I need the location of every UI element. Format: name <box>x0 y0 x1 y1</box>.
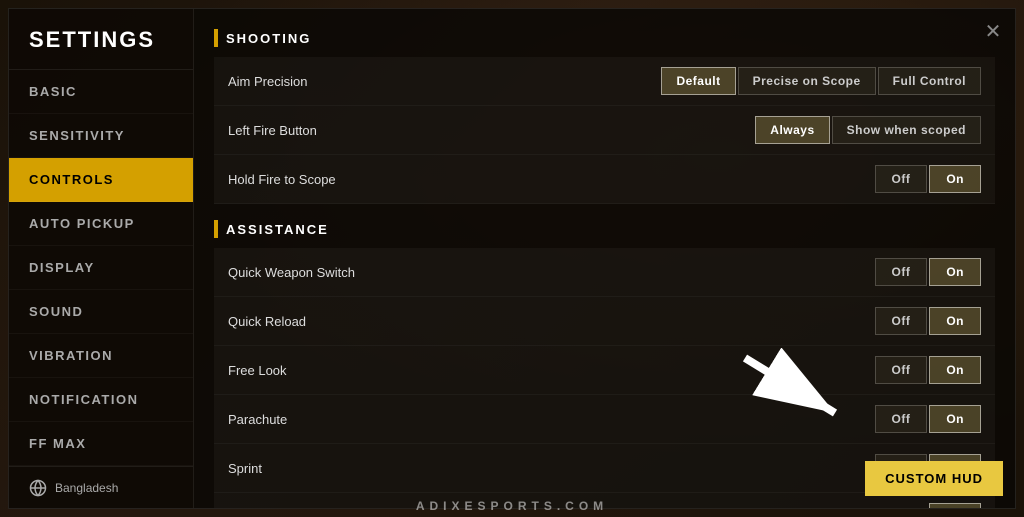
quick-reload-off[interactable]: Off <box>875 307 928 335</box>
hold-fire-off[interactable]: Off <box>875 165 928 193</box>
aim-precision-label: Aim Precision <box>228 74 307 89</box>
aim-precision-controls: Default Precise on Scope Full Control <box>661 67 981 95</box>
assistance-section-title: ASSISTANCE <box>226 222 329 237</box>
settings-dialog: SETTINGS BASIC SENSITIVITY CONTROLS AUTO… <box>8 8 1016 509</box>
sidebar-item-notification[interactable]: NOTIFICATION <box>9 378 193 422</box>
shooting-section: SHOOTING Aim Precision Default Precise o… <box>214 29 995 204</box>
assistance-indicator <box>214 220 218 238</box>
parachute-on[interactable]: On <box>929 405 981 433</box>
assistance-section-header: ASSISTANCE <box>214 220 995 238</box>
watermark: ADIXESPORTS.COM <box>416 499 608 513</box>
sidebar: SETTINGS BASIC SENSITIVITY CONTROLS AUTO… <box>9 9 194 508</box>
quick-weapon-switch-label: Quick Weapon Switch <box>228 265 355 280</box>
free-look-off[interactable]: Off <box>875 356 928 384</box>
parachute-row: Parachute Off On <box>214 395 995 444</box>
parachute-toggle: Off On <box>875 405 982 433</box>
aim-precision-default[interactable]: Default <box>661 67 735 95</box>
drive-toggle: On <box>929 503 981 508</box>
settings-title: SETTINGS <box>9 9 193 70</box>
main-content: ✕ SHOOTING Aim Precision Default Precise… <box>194 9 1015 508</box>
drive-on[interactable]: On <box>929 503 981 508</box>
sprint-label: Sprint <box>228 461 262 476</box>
free-look-toggle: Off On <box>875 356 982 384</box>
aim-precision-precise[interactable]: Precise on Scope <box>738 67 876 95</box>
shooting-section-title: SHOOTING <box>226 31 311 46</box>
sidebar-item-vibration[interactable]: VIBRATION <box>9 334 193 378</box>
sidebar-item-controls[interactable]: CONTROLS <box>9 158 193 202</box>
left-fire-button-controls: Always Show when scoped <box>755 116 981 144</box>
aim-precision-row: Aim Precision Default Precise on Scope F… <box>214 57 995 106</box>
hold-fire-on[interactable]: On <box>929 165 981 193</box>
left-fire-button-label: Left Fire Button <box>228 123 317 138</box>
custom-hud-button[interactable]: CUSTOM HUD <box>865 461 1003 496</box>
hold-fire-toggle: Off On <box>875 165 982 193</box>
quick-reload-toggle: Off On <box>875 307 982 335</box>
parachute-off[interactable]: Off <box>875 405 928 433</box>
shooting-section-header: SHOOTING <box>214 29 995 47</box>
sidebar-item-sound[interactable]: SOUND <box>9 290 193 334</box>
region-selector[interactable]: Bangladesh <box>9 466 193 509</box>
region-label: Bangladesh <box>55 481 118 495</box>
quick-weapon-switch-on[interactable]: On <box>929 258 981 286</box>
free-look-row: Free Look Off On <box>214 346 995 395</box>
quick-weapon-switch-toggle: Off On <box>875 258 982 286</box>
sidebar-item-auto-pickup[interactable]: AUTO PICKUP <box>9 202 193 246</box>
free-look-label: Free Look <box>228 363 287 378</box>
aim-precision-full[interactable]: Full Control <box>878 67 981 95</box>
close-button[interactable]: ✕ <box>979 17 1007 45</box>
sidebar-item-basic[interactable]: BASIC <box>9 70 193 114</box>
free-look-on[interactable]: On <box>929 356 981 384</box>
hold-fire-row: Hold Fire to Scope Off On <box>214 155 995 204</box>
sidebar-item-display[interactable]: DISPLAY <box>9 246 193 290</box>
quick-weapon-switch-row: Quick Weapon Switch Off On <box>214 248 995 297</box>
sidebar-item-ffmax[interactable]: FF MAX <box>9 422 193 466</box>
section-indicator <box>214 29 218 47</box>
left-fire-always[interactable]: Always <box>755 116 829 144</box>
hold-fire-label: Hold Fire to Scope <box>228 172 336 187</box>
left-fire-button-row: Left Fire Button Always Show when scoped <box>214 106 995 155</box>
globe-icon <box>29 479 47 497</box>
quick-reload-label: Quick Reload <box>228 314 306 329</box>
quick-reload-on[interactable]: On <box>929 307 981 335</box>
sidebar-item-sensitivity[interactable]: SENSITIVITY <box>9 114 193 158</box>
parachute-label: Parachute <box>228 412 287 427</box>
quick-reload-row: Quick Reload Off On <box>214 297 995 346</box>
quick-weapon-switch-off[interactable]: Off <box>875 258 928 286</box>
left-fire-scoped[interactable]: Show when scoped <box>832 116 981 144</box>
